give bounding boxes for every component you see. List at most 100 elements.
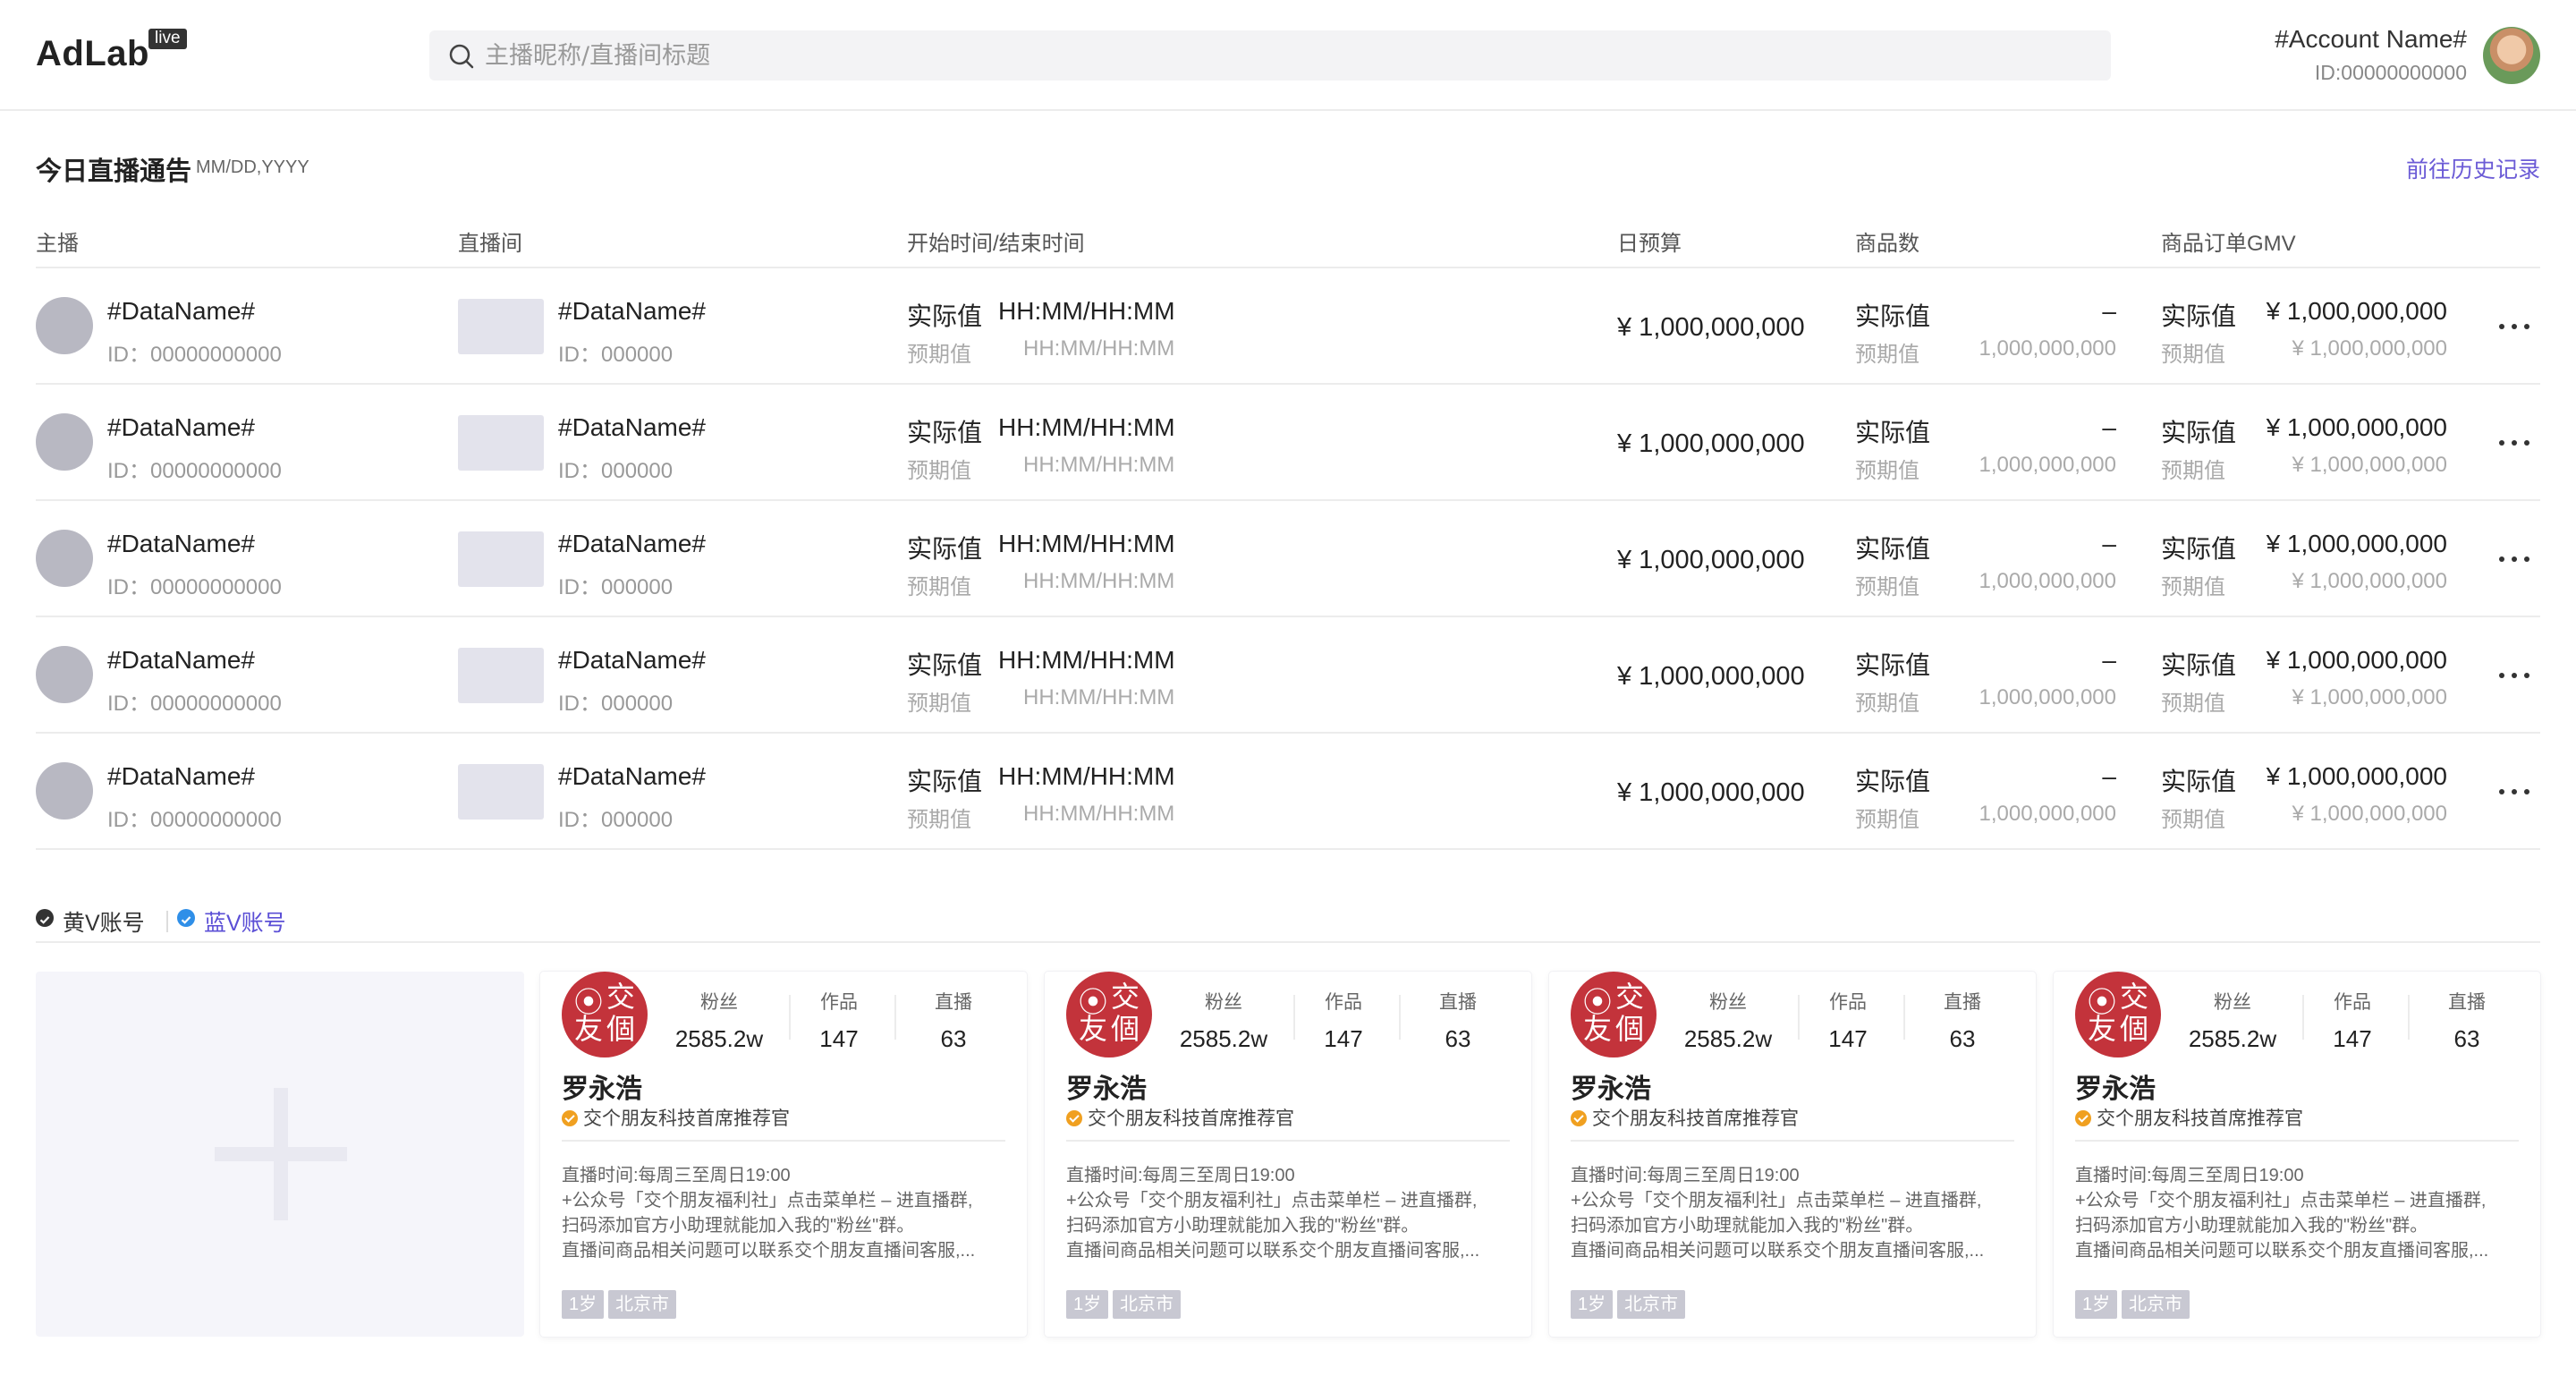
gmv-expected-value: ¥ 1,000,000,000 <box>2292 453 2448 477</box>
stat-label: 作品 <box>1325 992 1362 1013</box>
gmv-actual-label: 实际值 <box>2161 419 2237 446</box>
verified-icon <box>562 1110 578 1126</box>
fans-stat: 粉丝 2585.2w <box>1170 988 1277 1053</box>
room-thumbnail <box>458 531 544 587</box>
room-id: ID：000000 <box>558 343 674 367</box>
room-thumbnail <box>458 648 544 703</box>
goods-actual-label: 实际值 <box>1855 651 1931 679</box>
time-actual-value: HH:MM/HH:MM <box>998 530 1175 557</box>
account-id: ID:00000000000 <box>2314 61 2467 84</box>
more-actions-icon[interactable] <box>2497 662 2533 689</box>
app-logo[interactable]: AdLab <box>36 34 149 74</box>
goods-actual-value: – <box>2102 646 2116 674</box>
influencer-card[interactable]: ⦿ 交 友 個 粉丝 2585.2w 作品 147 直播 63 罗永浩 交个朋友… <box>1549 972 2036 1337</box>
logo-char: 友 <box>1079 1012 1108 1046</box>
verify-info: 交个朋友科技首席推荐官 <box>562 1104 790 1131</box>
gmv-expected-label: 预期值 <box>2161 692 2225 716</box>
goods-actual-label: 实际值 <box>1855 535 1931 563</box>
room-id: ID：000000 <box>558 459 674 483</box>
verified-icon <box>2075 1110 2091 1126</box>
goods-expected-value: 1,000,000,000 <box>1979 453 2116 477</box>
desc-line: +公众号「交个朋友福利社」点击菜单栏 – 进直播群, <box>1571 1191 1982 1210</box>
search-input[interactable] <box>485 30 2077 81</box>
time-expected-label: 预期值 <box>907 692 971 716</box>
more-actions-icon[interactable] <box>2497 546 2533 573</box>
card-description: 直播时间:每周三至周日19:00 +公众号「交个朋友福利社」点击菜单栏 – 进直… <box>562 1163 1005 1263</box>
more-actions-icon[interactable] <box>2497 313 2533 340</box>
works-stat: 作品 147 <box>1290 988 1397 1053</box>
gmv-actual-label: 实际值 <box>2161 768 2237 795</box>
gmv-expected-value: ¥ 1,000,000,000 <box>2292 685 2448 709</box>
influencer-card[interactable]: ⦿ 交 友 個 粉丝 2585.2w 作品 147 直播 63 罗永浩 交个朋友… <box>1045 972 1531 1337</box>
gmv-expected-label: 预期值 <box>2161 575 2225 599</box>
gmv-actual-value: ¥ 1,000,000,000 <box>2266 530 2447 557</box>
history-link[interactable]: 前往历史记录 <box>2406 152 2540 184</box>
budget-value: ¥ 1,000,000,000 <box>1617 546 1805 574</box>
more-actions-icon[interactable] <box>2497 778 2533 805</box>
desc-line: 扫码添加官方小助理就能加入我的"粉丝"群。 <box>2075 1216 2428 1236</box>
logo-char: 個 <box>2120 1012 2149 1046</box>
brand-logo: ⦿ 交 友 個 <box>2075 972 2161 1057</box>
goods-expected-label: 预期值 <box>1855 808 1919 832</box>
host-id: ID：00000000000 <box>107 575 282 599</box>
goods-expected-label: 预期值 <box>1855 459 1919 483</box>
influencer-card[interactable]: ⦿ 交 友 個 粉丝 2585.2w 作品 147 直播 63 罗永浩 交个朋友… <box>540 972 1027 1337</box>
influencer-card[interactable]: ⦿ 交 友 個 粉丝 2585.2w 作品 147 直播 63 罗永浩 交个朋友… <box>2054 972 2540 1337</box>
time-actual-label: 实际值 <box>907 302 983 330</box>
stat-label: 粉丝 <box>700 992 738 1013</box>
table-row[interactable]: #DataName# ID：00000000000 #DataName# ID：… <box>36 734 2540 850</box>
time-expected-value: HH:MM/HH:MM <box>1023 336 1175 361</box>
table-row[interactable]: #DataName# ID：00000000000 #DataName# ID：… <box>36 385 2540 501</box>
host-name: #DataName# <box>107 762 255 790</box>
logo-char: 交 <box>1111 980 1140 1014</box>
time-expected-label: 预期值 <box>907 459 971 483</box>
card-description: 直播时间:每周三至周日19:00 +公众号「交个朋友福利社」点击菜单栏 – 进直… <box>1066 1163 1510 1263</box>
verify-info: 交个朋友科技首席推荐官 <box>1571 1104 1799 1131</box>
add-account-card[interactable] <box>36 972 524 1337</box>
table-row[interactable]: #DataName# ID：00000000000 #DataName# ID：… <box>36 617 2540 734</box>
more-actions-icon[interactable] <box>2497 429 2533 456</box>
time-expected-label: 预期值 <box>907 343 971 367</box>
room-id: ID：000000 <box>558 808 674 832</box>
stat-value: 147 <box>1828 1025 1868 1052</box>
stat-value: 2585.2w <box>1683 1025 1773 1052</box>
search-icon[interactable] <box>447 42 476 71</box>
host-name: #DataName# <box>107 413 255 441</box>
column-header-goods: 商品数 <box>1855 232 1919 256</box>
age-tag: 1岁 <box>562 1290 605 1319</box>
tab-divider <box>166 911 168 932</box>
time-actual-label: 实际值 <box>907 651 983 679</box>
goods-expected-label: 预期值 <box>1855 575 1919 599</box>
goods-expected-label: 预期值 <box>1855 692 1919 716</box>
stat-label: 直播 <box>935 992 972 1013</box>
fans-stat: 粉丝 2585.2w <box>1674 988 1782 1053</box>
host-avatar <box>36 646 93 703</box>
goods-actual-label: 实际值 <box>1855 302 1931 330</box>
card-divider <box>2075 1140 2519 1142</box>
user-avatar[interactable] <box>2483 27 2540 84</box>
brand-logo: ⦿ 交 友 個 <box>1571 972 1657 1057</box>
goods-actual-label: 实际值 <box>1855 768 1931 795</box>
influencer-name: 罗永浩 <box>2075 1074 2156 1104</box>
host-id: ID：00000000000 <box>107 343 282 367</box>
gmv-actual-value: ¥ 1,000,000,000 <box>2266 762 2447 790</box>
search-bar[interactable] <box>429 30 2111 81</box>
table-row[interactable]: #DataName# ID：00000000000 #DataName# ID：… <box>36 268 2540 385</box>
time-expected-value: HH:MM/HH:MM <box>1023 685 1175 709</box>
gmv-expected-label: 预期值 <box>2161 343 2225 367</box>
city-tag: 北京市 <box>1113 1290 1181 1319</box>
goods-actual-value: – <box>2102 762 2116 790</box>
account-name[interactable]: #Account Name# <box>2275 25 2467 54</box>
influencer-name: 罗永浩 <box>1571 1074 1651 1104</box>
goods-actual-value: – <box>2102 413 2116 441</box>
host-name: #DataName# <box>107 297 255 325</box>
works-stat: 作品 147 <box>785 988 893 1053</box>
section-date: MM/DD,YYYY <box>196 157 309 177</box>
room-name: #DataName# <box>558 646 706 674</box>
logo-char: 個 <box>1615 1012 1645 1046</box>
plus-icon-stroke <box>274 1088 288 1220</box>
host-id: ID：00000000000 <box>107 692 282 716</box>
table-row[interactable]: #DataName# ID：00000000000 #DataName# ID：… <box>36 501 2540 617</box>
account-type-tabs: 黄V账号 蓝V账号 <box>36 904 2540 943</box>
logo-char: 交 <box>606 980 636 1014</box>
